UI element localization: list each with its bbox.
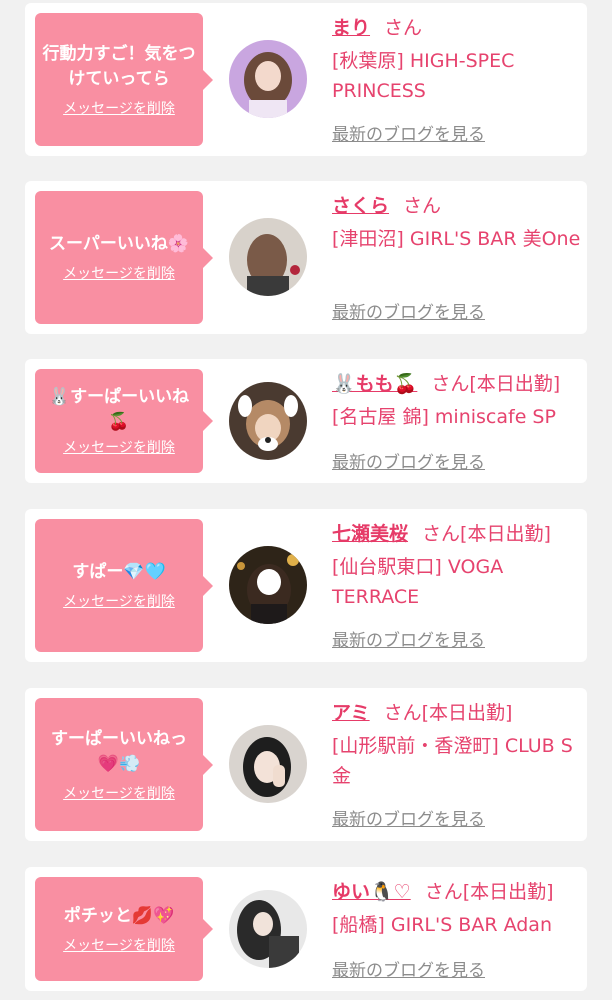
- user-name-link[interactable]: まり: [332, 17, 370, 39]
- avatar[interactable]: [229, 218, 307, 296]
- message-text: ポチッと💋💖: [63, 905, 175, 926]
- user-name-link[interactable]: ゆい🐧♡: [332, 881, 411, 903]
- latest-blog-link[interactable]: 最新のブログを見る: [332, 805, 485, 830]
- delete-message-link[interactable]: メッセージを削除: [63, 437, 175, 457]
- message-bubble: スーパーいいね🌸 メッセージを削除: [35, 191, 213, 324]
- avatar[interactable]: [229, 725, 307, 803]
- shop-name: [仙台駅東口] VOGA TERRACE: [332, 556, 504, 608]
- message-text: 行動力すご！気をつけていってら: [42, 43, 196, 89]
- shop-name: [津田沼] GIRL'S BAR 美One: [332, 228, 581, 250]
- message-bubble: すーぱーいいねっ💗💨 メッセージを削除: [35, 698, 213, 831]
- shop-name: [船橋] GIRL'S BAR Adan: [332, 914, 552, 936]
- message-bubble: すぱー💎🩵 メッセージを削除: [35, 519, 213, 652]
- message-card: すぱー💎🩵 メッセージを削除 七瀬美桜 さん[本日出勤] [仙台駅東口] VOGA…: [25, 509, 587, 662]
- message-bubble: ポチッと💋💖 メッセージを削除: [35, 877, 213, 981]
- user-info: まり さん [秋葉原] HIGH-SPEC PRINCESS: [332, 14, 582, 106]
- avatar[interactable]: [229, 890, 307, 968]
- honorific: さん: [431, 373, 470, 395]
- user-name-link[interactable]: アミ: [332, 702, 370, 724]
- delete-message-link[interactable]: メッセージを削除: [63, 591, 175, 611]
- delete-message-link[interactable]: メッセージを削除: [63, 935, 175, 955]
- user-info: ゆい🐧♡ さん[本日出勤] [船橋] GIRL'S BAR Adan: [332, 878, 582, 940]
- latest-blog-link[interactable]: 最新のブログを見る: [332, 448, 485, 473]
- delete-message-link[interactable]: メッセージを削除: [63, 783, 175, 803]
- delete-message-link[interactable]: メッセージを削除: [63, 98, 175, 118]
- message-bubble: 行動力すご！気をつけていってら メッセージを削除: [35, 13, 213, 146]
- message-card: 行動力すご！気をつけていってら メッセージを削除 まり さん [秋葉原] HIGH…: [25, 3, 587, 156]
- user-name-link[interactable]: さくら: [332, 195, 389, 217]
- user-name-link[interactable]: 七瀬美桜: [332, 523, 408, 545]
- user-info: 🐰もも🍒 さん[本日出勤] [名古屋 錦] miniscafe SP: [332, 370, 582, 432]
- shop-name: [秋葉原] HIGH-SPEC PRINCESS: [332, 50, 515, 102]
- avatar[interactable]: [229, 382, 307, 460]
- latest-blog-link[interactable]: 最新のブログを見る: [332, 626, 485, 651]
- message-card: ポチッと💋💖 メッセージを削除 ゆい🐧♡ さん[本日出勤] [船橋] GIRL'S…: [25, 867, 587, 991]
- shop-name: [名古屋 錦] miniscafe SP: [332, 406, 556, 428]
- user-info: 七瀬美桜 さん[本日出勤] [仙台駅東口] VOGA TERRACE: [332, 520, 582, 612]
- message-text: 🐰すーぱーいいね🍒: [48, 387, 190, 432]
- status-label: [本日出勤]: [421, 702, 513, 724]
- latest-blog-link[interactable]: 最新のブログを見る: [332, 298, 485, 323]
- message-text: スーパーいいね🌸: [49, 234, 189, 254]
- user-info: さくら さん [津田沼] GIRL'S BAR 美One: [332, 192, 582, 254]
- honorific: さん: [403, 195, 442, 217]
- message-text: すーぱーいいねっ💗💨: [51, 728, 187, 774]
- status-label: [本日出勤]: [460, 523, 551, 545]
- status-label: [本日出勤]: [469, 373, 561, 395]
- message-bubble: 🐰すーぱーいいね🍒 メッセージを削除: [35, 369, 213, 473]
- user-name-link[interactable]: 🐰もも🍒: [332, 373, 417, 395]
- shop-name: [山形駅前・香澄町] CLUB S金: [332, 735, 573, 787]
- delete-message-link[interactable]: メッセージを削除: [63, 263, 175, 283]
- avatar[interactable]: [229, 40, 307, 118]
- message-card: スーパーいいね🌸 メッセージを削除 さくら さん [津田沼] GIRL'S BAR…: [25, 181, 587, 334]
- user-info: アミ さん[本日出勤] [山形駅前・香澄町] CLUB S金: [332, 699, 582, 791]
- honorific: さん: [384, 17, 423, 39]
- honorific: さん: [383, 702, 422, 724]
- message-text: すぱー💎🩵: [72, 562, 166, 582]
- honorific: さん: [424, 881, 463, 903]
- message-card: すーぱーいいねっ💗💨 メッセージを削除 アミ さん[本日出勤] [山形駅前・香澄町…: [25, 688, 587, 841]
- message-card: 🐰すーぱーいいね🍒 メッセージを削除 🐰もも🍒 さん[本日出勤] [名古屋 錦] …: [25, 359, 587, 483]
- avatar[interactable]: [229, 546, 307, 624]
- honorific: さん: [422, 523, 461, 545]
- status-label: [本日出勤]: [462, 881, 554, 903]
- latest-blog-link[interactable]: 最新のブログを見る: [332, 956, 485, 981]
- latest-blog-link[interactable]: 最新のブログを見る: [332, 120, 485, 145]
